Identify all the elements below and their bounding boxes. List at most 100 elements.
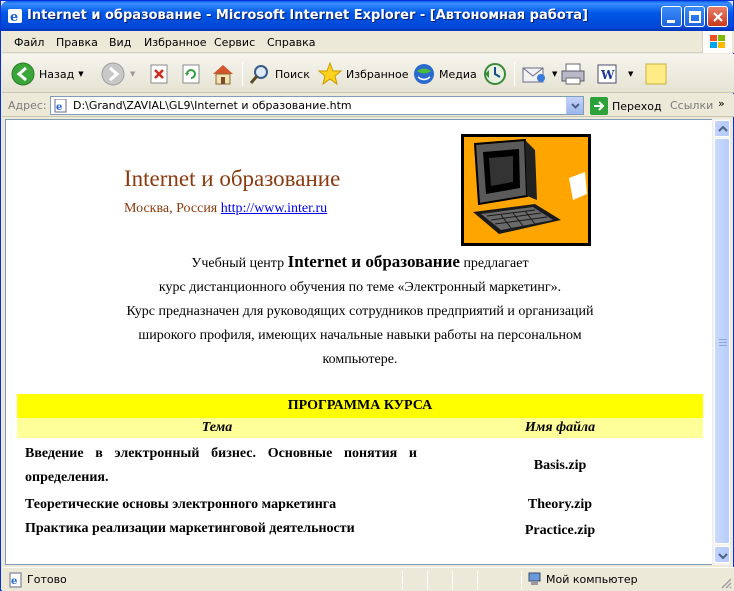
intro-line-4: широкого профиля, имеющих начальные навы…	[138, 328, 582, 343]
standard-toolbar: Назад ▼ ▼ Поиск Избранное Медиа ▼ W ▼	[2, 54, 734, 93]
table-row: Практика реализации маркетинговой деятел…	[17, 517, 703, 544]
status-divider	[521, 571, 522, 589]
intro-line-3: Курс предназначен для руководящих сотруд…	[126, 304, 594, 319]
menu-tools[interactable]: Сервис	[214, 36, 255, 49]
go-button[interactable]: Переход	[590, 97, 662, 115]
page-viewport[interactable]: Internet и образование Москва, Россия ht…	[5, 119, 713, 565]
chevron-down-icon	[571, 103, 580, 109]
topic-cell: Теоретические основы электронного маркет…	[25, 497, 337, 512]
menu-help[interactable]: Справка	[267, 36, 315, 49]
security-zone-text: Мой компьютер	[546, 573, 638, 586]
menu-edit[interactable]: Правка	[56, 36, 98, 49]
column-header-file: Имя файла	[417, 418, 703, 438]
title-bar[interactable]: e Internet и образование - Microsoft Int…	[1, 1, 733, 31]
stop-button[interactable]	[148, 60, 170, 88]
stop-icon	[150, 64, 168, 84]
go-arrow-icon	[590, 97, 608, 115]
back-arrow-icon	[11, 62, 35, 86]
windows-flag-icon	[710, 35, 725, 48]
mail-button[interactable]: ▼	[520, 60, 557, 88]
history-icon	[484, 63, 506, 85]
menu-bar: Файл Правка Вид Избранное Сервис Справка	[2, 31, 734, 53]
menu-file[interactable]: Файл	[14, 36, 44, 49]
discuss-button[interactable]	[644, 60, 668, 88]
minimize-button[interactable]	[661, 6, 682, 27]
file-cell: Basis.zip	[533, 457, 587, 473]
maximize-button[interactable]	[684, 6, 705, 27]
table-row: Теоретические основы электронного маркет…	[17, 493, 703, 517]
forward-arrow-icon	[101, 62, 125, 86]
intro-prefix: Учебный центр	[191, 256, 288, 271]
print-button[interactable]	[560, 60, 586, 88]
scroll-down-button[interactable]	[714, 546, 730, 563]
refresh-button[interactable]	[180, 60, 202, 88]
favorites-button[interactable]: Избранное	[317, 60, 408, 88]
mail-dropdown-icon[interactable]: ▼	[552, 70, 557, 78]
favorites-label: Избранное	[346, 67, 409, 81]
computer-icon	[528, 572, 541, 585]
search-label: Поиск	[275, 67, 310, 81]
topic-cell: Практика реализации маркетинговой деятел…	[25, 521, 355, 536]
table-row: Введение в электронный бизнес. Основные …	[17, 438, 703, 493]
chevron-down-icon	[718, 553, 728, 560]
back-dropdown-icon[interactable]: ▼	[78, 70, 83, 78]
search-icon	[249, 65, 268, 84]
window-title: Internet и образование - Microsoft Inter…	[27, 8, 588, 23]
forward-button[interactable]: ▼	[100, 60, 135, 88]
home-button[interactable]	[210, 60, 236, 88]
edit-button[interactable]: W ▼	[596, 60, 633, 88]
back-label: Назад	[39, 67, 75, 81]
windows-logo	[702, 31, 732, 53]
address-input[interactable]: e D:\Grand\ZAVIAL\GL9\Internet и образов…	[50, 96, 584, 115]
status-divider	[427, 571, 428, 589]
toolbar-separator	[242, 62, 243, 86]
table-heading-row: ПРОГРАММА КУРСА	[17, 394, 703, 418]
file-cell: Practice.zip	[524, 522, 596, 538]
maximize-icon	[689, 11, 701, 23]
ie-app-icon[interactable]: e	[7, 8, 23, 24]
course-program-table: ПРОГРАММА КУРСА Тема Имя файла Введение …	[17, 394, 703, 544]
links-label[interactable]: Ссылки	[670, 99, 713, 112]
scroll-grip	[719, 342, 727, 343]
svg-text:e: e	[10, 10, 18, 24]
forward-dropdown-icon[interactable]: ▼	[130, 70, 135, 78]
word-icon: W	[597, 64, 617, 84]
media-button[interactable]: Медиа	[412, 60, 477, 88]
history-button[interactable]	[482, 60, 508, 88]
scroll-grip	[719, 345, 727, 346]
svg-text:e: e	[11, 576, 17, 587]
mail-icon	[522, 67, 545, 83]
table-column-header-row: Тема Имя файла	[17, 418, 703, 438]
browser-window: e Internet и образование - Microsoft Int…	[0, 0, 734, 591]
status-divider	[452, 571, 453, 589]
search-button[interactable]: Поиск	[248, 60, 310, 88]
page-location-line: Москва, Россия http://www.inter.ru	[124, 201, 327, 217]
page-icon: e	[54, 99, 67, 113]
address-bar: Адрес: e D:\Grand\ZAVIAL\GL9\Internet и …	[2, 94, 734, 117]
computer-illustration	[461, 134, 591, 246]
vertical-scrollbar[interactable]	[712, 119, 730, 565]
minimize-icon	[667, 20, 675, 23]
program-heading: ПРОГРАММА КУРСА	[17, 394, 703, 418]
close-button[interactable]	[707, 6, 728, 27]
chevron-up-icon	[718, 125, 728, 132]
intro-line-1: Учебный центр Internet и образование пре…	[6, 250, 712, 276]
toolbar-separator	[514, 62, 515, 86]
menu-view[interactable]: Вид	[109, 36, 131, 49]
svg-text:W: W	[600, 68, 615, 82]
scroll-up-button[interactable]	[714, 120, 730, 137]
intro-line-2: курс дистанционного обучения по теме «Эл…	[158, 280, 562, 295]
edit-dropdown-icon[interactable]: ▼	[628, 70, 633, 78]
links-chevron-icon[interactable]: »	[718, 97, 725, 110]
page-title: Internet и образование	[124, 166, 341, 191]
scroll-thumb[interactable]	[714, 138, 730, 544]
menu-favorites[interactable]: Избранное	[144, 36, 206, 49]
address-label: Адрес:	[8, 99, 47, 112]
resize-grip-icon[interactable]	[720, 577, 732, 589]
printer-icon	[561, 63, 585, 85]
site-link[interactable]: http://www.inter.ru	[221, 201, 327, 216]
location-text: Москва, Россия	[124, 201, 218, 216]
back-button[interactable]: Назад ▼	[10, 60, 84, 88]
address-dropdown-button[interactable]	[566, 97, 583, 114]
column-header-topic: Тема	[17, 418, 417, 438]
